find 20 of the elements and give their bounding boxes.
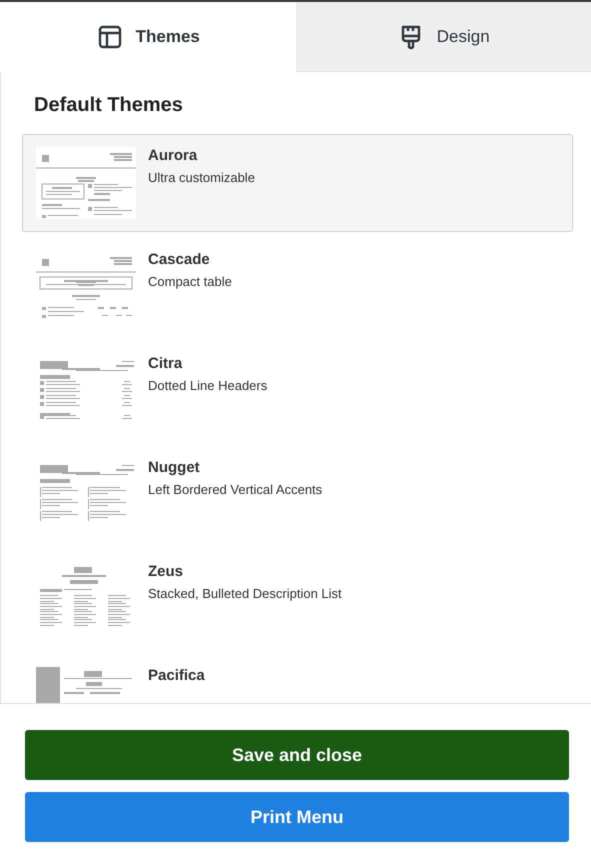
theme-name: Cascade xyxy=(148,251,211,268)
theme-name: Pacifica xyxy=(148,667,205,684)
theme-name: Aurora xyxy=(148,147,198,164)
theme-description: Dotted Line Headers xyxy=(148,378,268,393)
theme-description: Left Bordered Vertical Accents xyxy=(148,482,322,497)
theme-item[interactable]: Nugget Left Bordered Vertical Accents xyxy=(22,446,573,544)
print-button[interactable]: Print Menu xyxy=(25,792,569,842)
theme-description: Ultra customizable xyxy=(148,170,255,185)
theme-item[interactable]: Cascade Compact table xyxy=(22,238,573,336)
theme-item[interactable]: Zeus Stacked, Bulleted Description List xyxy=(22,550,573,648)
theme-name: Nugget xyxy=(148,459,201,476)
theme-description: Stacked, Bulleted Description List xyxy=(148,586,342,601)
theme-item[interactable]: Aurora Ultra customizable xyxy=(22,134,573,232)
theme-description: Compact table xyxy=(148,274,232,289)
tab[interactable]: Design xyxy=(296,2,591,72)
theme-name: Zeus xyxy=(148,563,184,580)
theme-item[interactable]: Citra Dotted Line Headers xyxy=(22,342,573,440)
save-button[interactable]: Save and close xyxy=(25,730,569,780)
section-title: Default Themes xyxy=(34,94,184,117)
theme-name: Citra xyxy=(148,355,184,372)
